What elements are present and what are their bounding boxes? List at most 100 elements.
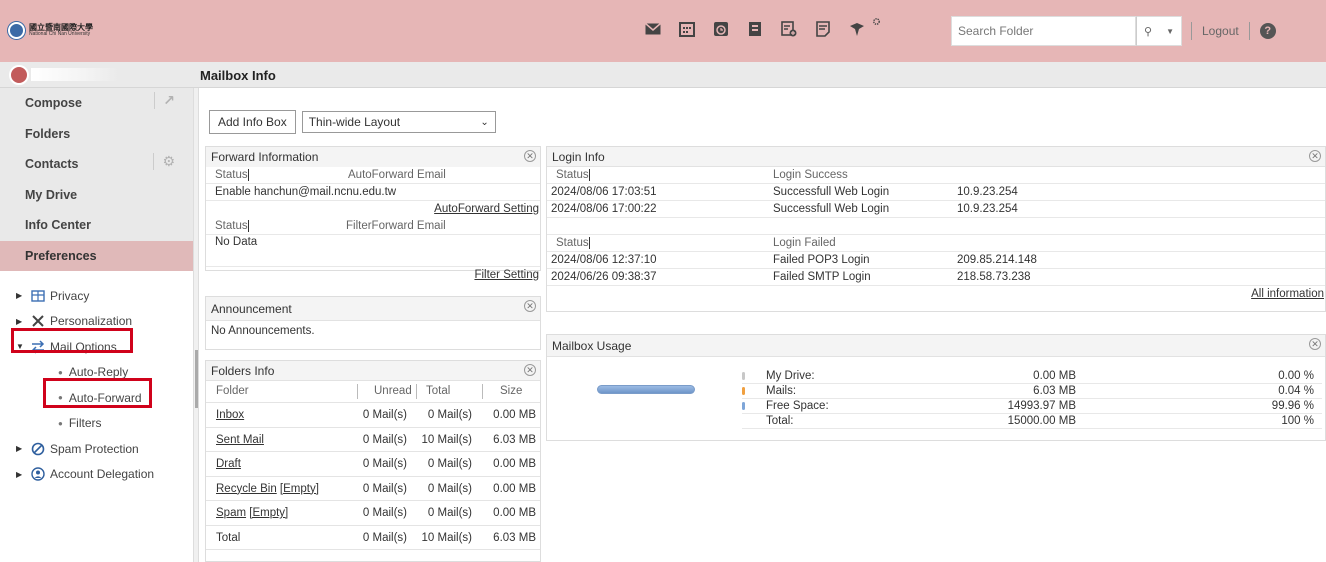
settings-icon[interactable] (871, 12, 881, 30)
block-icon (31, 442, 45, 456)
gear-icon[interactable]: ⚙ (153, 153, 175, 170)
nav-folders[interactable]: Folders (0, 119, 193, 150)
top-bar: 國立暨南國際大學 National Chi Nan University Sea… (0, 0, 1326, 62)
status-header: Status (215, 220, 249, 232)
tree-spam-protection[interactable]: ▶ Spam Protection (0, 436, 193, 462)
folders-info-box: Folders Info ✕ Folder Unread Total Size … (205, 360, 541, 562)
add-info-box-button[interactable]: Add Info Box (209, 110, 296, 134)
col-folder: Folder (216, 385, 249, 397)
pin-icon[interactable] (847, 20, 867, 38)
folder-name-cell: Total (216, 532, 240, 544)
folder-unread-cell: 0 Mail(s) (362, 482, 407, 495)
all-information-link[interactable]: All information (1251, 288, 1324, 300)
nav-contacts[interactable]: Contacts ⚙ (0, 149, 193, 180)
login-type: Successfull Web Login (773, 186, 890, 198)
folder-unread-cell: 0 Mail(s) (362, 458, 407, 470)
folder-size-cell: 0.00 MB (493, 482, 536, 495)
caret-right-icon[interactable]: ▶ (16, 444, 24, 453)
clock-icon[interactable] (711, 20, 731, 38)
calendar-icon[interactable] (677, 20, 697, 38)
login-success-header: Login Success (773, 169, 848, 181)
logo-text-zh: 國立暨南國際大學 (29, 21, 93, 32)
tree-account-delegation[interactable]: ▶ Account Delegation (0, 462, 193, 488)
nav-label: Folders (25, 126, 71, 141)
folder-name-cell: Spam [Empty] (216, 507, 288, 519)
filter-setting-link[interactable]: Filter Setting (474, 269, 539, 281)
nav-my-drive[interactable]: My Drive (0, 180, 193, 211)
folder-total-cell: 0 Mail(s) (427, 458, 472, 470)
folder-unread-cell: 0 Mail(s) (362, 409, 407, 421)
forward-info-box: Forward Information ✕ Status AutoForward … (205, 146, 541, 281)
autoforward-setting-link[interactable]: AutoForward Setting (434, 203, 539, 215)
folder-name-link[interactable]: Sent Mail (216, 434, 264, 446)
usage-label: Mails: (766, 385, 797, 397)
logout-link[interactable]: Logout (1202, 24, 1239, 38)
mail-icon[interactable] (643, 20, 663, 38)
login-info-box: Login Info ✕ Status Login Success 2024/08… (546, 146, 1326, 312)
add-note-icon[interactable] (779, 20, 799, 38)
table-row[interactable]: Inbox 0 Mail(s) 0 Mail(s) 0.00 MB (206, 403, 540, 428)
col-total: Total (426, 385, 451, 397)
box-title: Forward Information (211, 150, 319, 164)
layout-select-value: Thin-wide Layout (308, 115, 401, 129)
avatar[interactable] (9, 65, 29, 85)
empty-folder-link[interactable]: [Empty] (249, 507, 288, 519)
status-header: Status (556, 169, 590, 181)
folder-name-link[interactable]: Inbox (216, 409, 244, 421)
layout-select[interactable]: Thin-wide Layout ⌄ (301, 111, 496, 133)
close-icon[interactable]: ✕ (1309, 338, 1321, 350)
usage-size: 14993.97 MB (1007, 400, 1076, 412)
caret-right-icon[interactable]: ▶ (16, 317, 24, 326)
tree-filters[interactable]: ● Filters (0, 411, 193, 437)
search-input[interactable] (952, 17, 1135, 45)
nav-compose[interactable]: Compose ↗ (0, 88, 193, 119)
help-icon[interactable]: ? (1259, 23, 1276, 39)
search-button[interactable]: ⚲ ▼ (1136, 16, 1182, 46)
close-icon[interactable]: ✕ (524, 300, 536, 312)
nav-preferences[interactable]: Preferences (0, 240, 193, 271)
autoforward-header: AutoForward Email (348, 169, 446, 181)
box-title: Mailbox Usage (552, 338, 632, 353)
table-row[interactable]: Draft 0 Mail(s) 0 Mail(s) 0.00 MB (206, 452, 540, 477)
chevron-down-icon[interactable]: ▼ (1166, 27, 1174, 36)
university-logo[interactable]: 國立暨南國際大學 National Chi Nan University (8, 22, 93, 39)
caret-right-icon[interactable]: ▶ (16, 470, 24, 479)
folder-name-link[interactable]: Recycle Bin (216, 483, 277, 495)
folder-size-cell: 6.03 MB (493, 531, 536, 544)
table-row[interactable]: Sent Mail 0 Mail(s) 10 Mail(s) 6.03 MB (206, 428, 540, 452)
folder-name-link[interactable]: Spam (216, 507, 246, 519)
folder-size-cell: 6.03 MB (493, 433, 536, 446)
folder-total-cell: 10 Mail(s) (421, 433, 472, 446)
close-icon[interactable]: ✕ (524, 364, 536, 376)
popout-icon[interactable]: ↗ (154, 92, 175, 109)
folder-name-link[interactable]: Draft (216, 458, 241, 470)
usage-size: 15000.00 MB (1007, 415, 1076, 427)
address-book-icon[interactable] (745, 20, 765, 38)
usage-row: My Drive: 0.00 MB 0.00 % (742, 369, 1322, 384)
login-ip: 10.9.23.254 (957, 186, 1018, 198)
folder-total-cell: 10 Mail(s) (421, 531, 472, 544)
caret-right-icon[interactable]: ▶ (16, 291, 24, 300)
search-icon[interactable]: ⚲ (1144, 25, 1152, 38)
notes-icon[interactable] (813, 20, 833, 38)
table-row[interactable]: Spam [Empty] 0 Mail(s) 0 Mail(s) 0.00 MB (206, 501, 540, 526)
usage-row: Total: 15000.00 MB 100 % (742, 414, 1322, 429)
nav-info-center[interactable]: Info Center (0, 210, 193, 241)
tree-label: Account Delegation (50, 467, 155, 482)
usage-percent: 99.96 % (1271, 400, 1314, 412)
close-icon[interactable]: ✕ (1309, 150, 1321, 162)
empty-folder-link[interactable]: [Empty] (280, 483, 319, 495)
close-icon[interactable]: ✕ (524, 150, 536, 162)
tree-privacy[interactable]: ▶ Privacy (0, 283, 193, 309)
usage-row: Free Space: 14993.97 MB 99.96 % (742, 399, 1322, 414)
search-box[interactable] (951, 16, 1136, 46)
table-row[interactable]: Recycle Bin [Empty] 0 Mail(s) 0 Mail(s) 0.0… (206, 477, 540, 501)
usage-label: My Drive: (766, 370, 815, 382)
divider (1191, 22, 1192, 40)
table-row: Total 0 Mail(s) 10 Mail(s) 6.03 MB (206, 526, 540, 550)
login-ip: 218.58.73.238 (957, 271, 1031, 283)
folder-total-cell: 0 Mail(s) (427, 507, 472, 519)
nav-label: Compose (25, 96, 82, 111)
splitter-grip[interactable] (195, 350, 198, 408)
sidebar-splitter[interactable] (193, 88, 199, 562)
